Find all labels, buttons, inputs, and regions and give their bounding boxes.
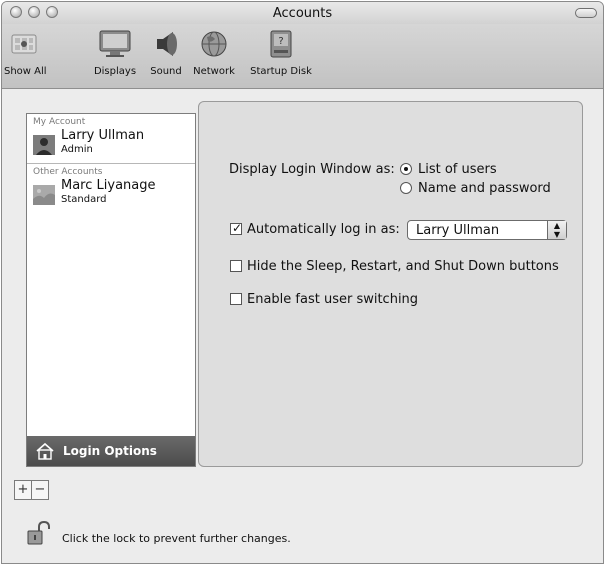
account-row-marc-liyanage[interactable]: Marc Liyanage Standard — [27, 177, 195, 213]
my-account-header: My Account — [33, 117, 86, 127]
toolbar-label: Sound — [150, 66, 182, 77]
display-login-label: Display Login Window as: — [229, 162, 395, 177]
account-role: Admin — [61, 144, 93, 155]
toolbar-startup-disk[interactable]: ? Startup Disk — [248, 28, 314, 77]
popup-arrows-icon: ▲ ▼ — [547, 221, 566, 239]
toolbar-toggle-button[interactable] — [575, 8, 597, 18]
accounts-window: Accounts Show All Displays Sound Network… — [1, 1, 604, 564]
auto-login-user-popup[interactable]: Larry Ullman ▲ ▼ — [407, 220, 567, 240]
title-bar[interactable]: Accounts — [2, 2, 603, 24]
account-row-larry-ullman[interactable]: Larry Ullman Admin — [27, 127, 195, 164]
fast-user-switching-checkbox[interactable] — [230, 293, 242, 305]
preferences-toolbar: Show All Displays Sound Network ? Startu… — [2, 24, 603, 89]
user-picture-icon — [33, 185, 55, 205]
name-and-password-label: Name and password — [418, 181, 551, 196]
hard-disk-icon: ? — [263, 28, 299, 60]
list-of-users-radio[interactable] — [400, 163, 412, 175]
toolbar-label: Network — [193, 66, 235, 77]
globe-icon — [196, 28, 232, 60]
user-photo-icon — [33, 135, 55, 155]
fast-user-switching-label: Enable fast user switching — [247, 292, 419, 307]
content-area: My Account Larry Ullman Admin Other Acco… — [2, 89, 603, 563]
remove-account-button[interactable]: − — [31, 481, 48, 499]
lock-icon[interactable] — [26, 520, 50, 545]
house-icon — [36, 442, 54, 460]
apple-grid-icon — [6, 28, 42, 60]
toolbar-label: Startup Disk — [250, 66, 312, 77]
add-account-button[interactable]: + — [15, 481, 31, 499]
account-name: Marc Liyanage — [61, 178, 156, 193]
display-icon — [97, 28, 133, 60]
accounts-list: My Account Larry Ullman Admin Other Acco… — [26, 113, 196, 467]
lock-message: Click the lock to prevent further change… — [62, 532, 291, 545]
account-role: Standard — [61, 194, 107, 205]
name-and-password-radio[interactable] — [400, 182, 412, 194]
svg-text:?: ? — [278, 36, 283, 47]
login-options-label: Login Options — [63, 444, 157, 458]
login-options-panel: Display Login Window as: List of users N… — [198, 101, 583, 467]
auto-login-user-value: Larry Ullman — [416, 223, 500, 238]
add-remove-controls: + − — [14, 480, 49, 500]
toolbar-label: Displays — [93, 66, 137, 77]
login-options-item[interactable]: Login Options — [27, 436, 195, 466]
toolbar-displays[interactable]: Displays — [92, 28, 138, 77]
auto-login-checkbox[interactable]: ✓ — [230, 221, 243, 235]
hide-buttons-label: Hide the Sleep, Restart, and Shut Down b… — [247, 259, 559, 274]
account-name: Larry Ullman — [61, 128, 145, 143]
toolbar-label: Show All — [4, 66, 47, 77]
other-accounts-header: Other Accounts — [33, 167, 103, 177]
window-title: Accounts — [272, 6, 333, 21]
speaker-icon — [148, 28, 184, 60]
checkmark-icon: ✓ — [232, 221, 243, 235]
toolbar-show-all[interactable]: Show All — [4, 28, 47, 77]
toolbar-network[interactable]: Network — [192, 28, 236, 77]
list-of-users-label: List of users — [418, 162, 497, 177]
hide-buttons-checkbox[interactable] — [230, 260, 242, 272]
toolbar-sound[interactable]: Sound — [146, 28, 186, 77]
auto-login-label: Automatically log in as: — [247, 222, 400, 237]
